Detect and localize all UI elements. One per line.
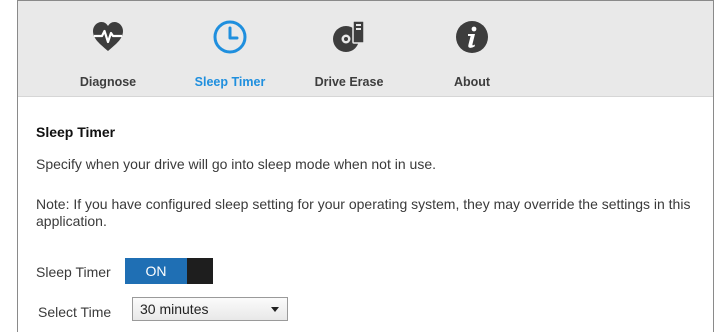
tab-label: Diagnose: [79, 75, 137, 89]
app-window: Diagnose Sleep Timer Drive Erase About S…: [17, 0, 714, 333]
select-time-label: Select Time: [38, 304, 112, 320]
chevron-down-icon: [271, 307, 279, 312]
select-time-value: 30 minutes: [140, 301, 209, 317]
toggle-state-label: ON: [125, 258, 187, 284]
tab-drive-erase[interactable]: Drive Erase: [294, 15, 404, 93]
tab-about[interactable]: About: [417, 15, 527, 93]
select-time-dropdown[interactable]: 30 minutes: [132, 297, 288, 321]
description-text: Specify when your drive will go into sle…: [36, 156, 436, 172]
toolbar: Diagnose Sleep Timer Drive Erase About: [18, 1, 713, 97]
tab-diagnose[interactable]: Diagnose: [53, 15, 163, 93]
heart-pulse-icon: [93, 22, 123, 51]
tab-label: Sleep Timer: [194, 75, 266, 89]
tab-sleep-timer[interactable]: Sleep Timer: [175, 15, 285, 93]
section-title: Sleep Timer: [36, 124, 116, 140]
drive-erase-icon: [333, 20, 365, 52]
tab-label: About: [453, 75, 491, 89]
sleep-timer-toggle[interactable]: ON: [125, 258, 213, 284]
note-text: Note: If you have configured sleep setti…: [36, 196, 691, 229]
info-icon: [456, 21, 488, 53]
tab-label: Drive Erase: [314, 75, 384, 89]
sleep-timer-panel: Sleep Timer Specify when your drive will…: [18, 97, 713, 333]
clock-icon: [213, 20, 247, 54]
sleep-timer-label: Sleep Timer: [36, 264, 111, 280]
